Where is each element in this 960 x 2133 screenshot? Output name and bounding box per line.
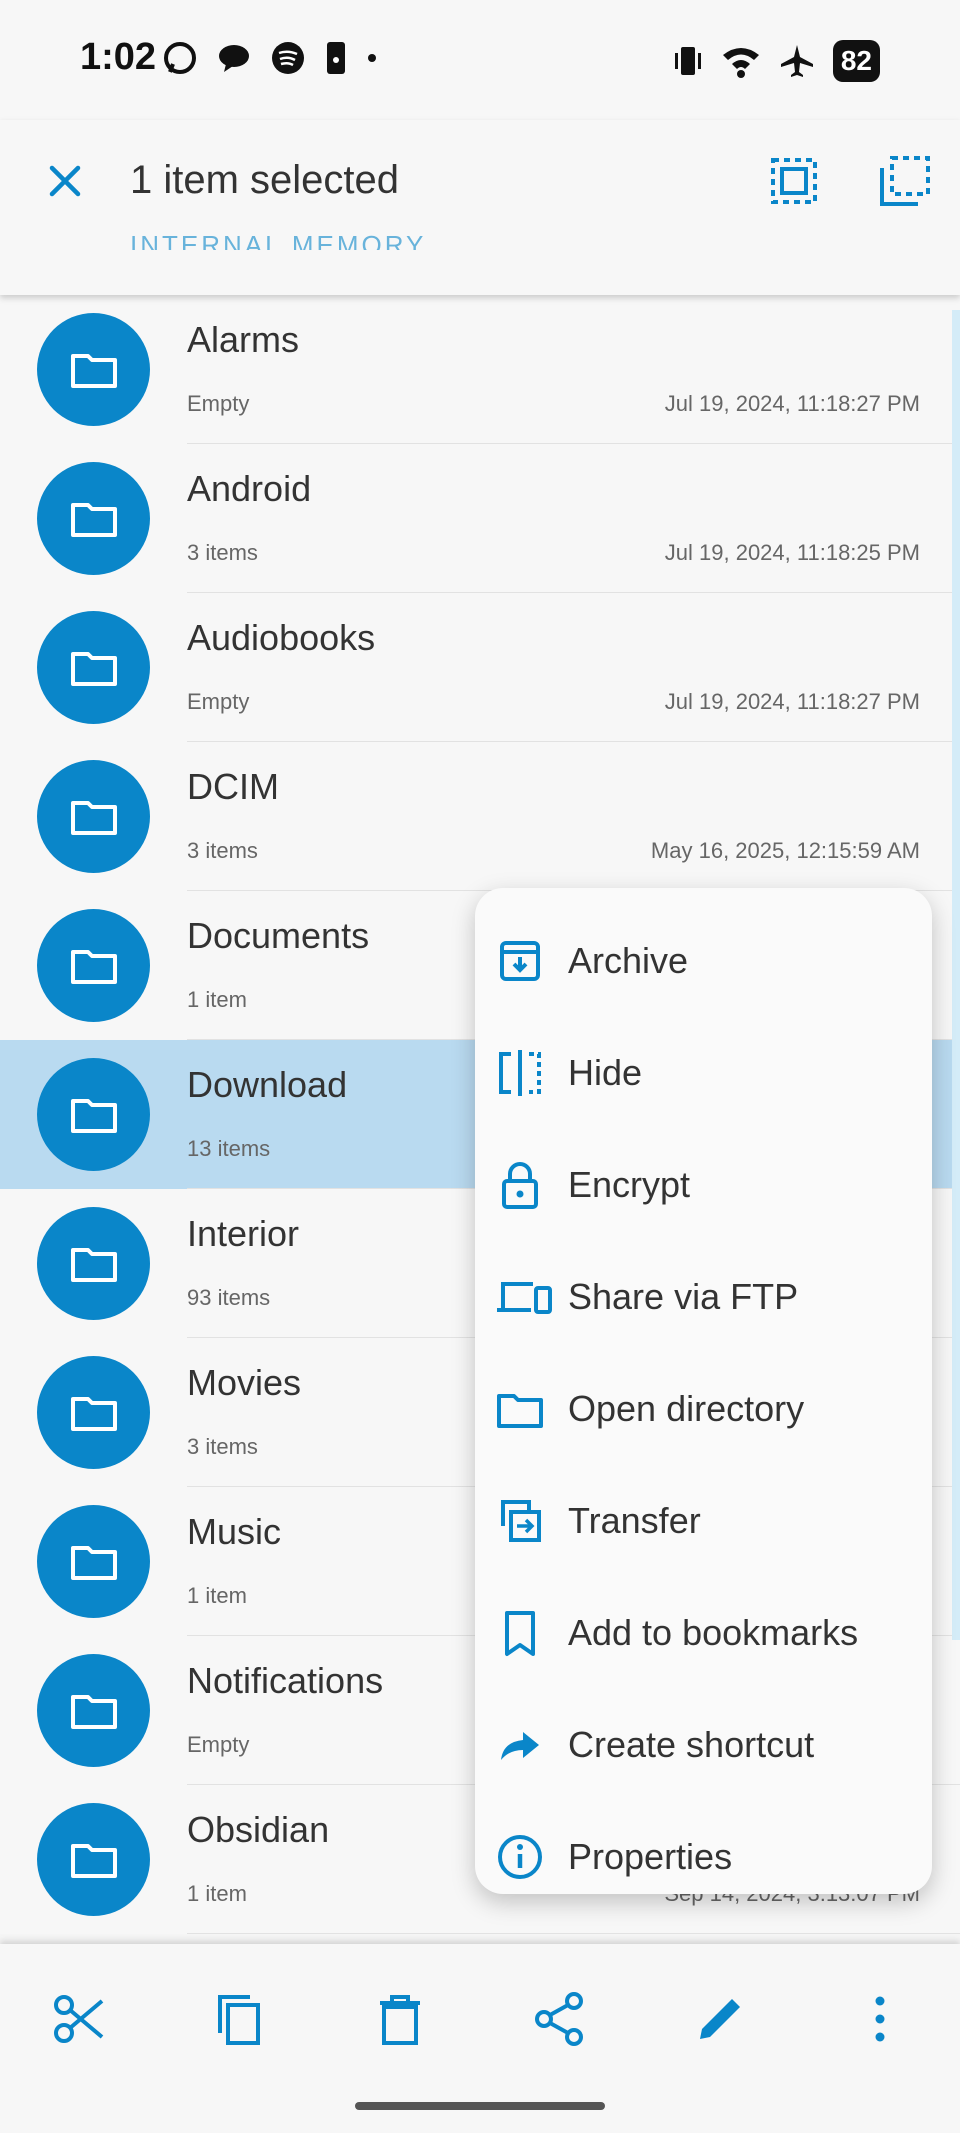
menu-item-archive[interactable]: Archive <box>475 905 932 1017</box>
bookmark-icon <box>505 1611 535 1656</box>
file-date: Jul 19, 2024, 11:18:27 PM <box>664 689 920 714</box>
share-icon[interactable] <box>530 1989 590 2049</box>
folder-icon[interactable] <box>37 462 150 575</box>
menu-item-share-ftp[interactable]: Share via FTP <box>475 1241 932 1353</box>
selection-title: 1 item selected <box>130 158 400 202</box>
file-name: Android <box>187 468 312 509</box>
status-time: 1:02 <box>80 36 157 78</box>
menu-item-label: Transfer <box>568 1500 701 1541</box>
file-name: DCIM <box>187 766 279 807</box>
menu-item-label: Encrypt <box>568 1164 691 1205</box>
folder-icon[interactable] <box>37 760 150 873</box>
close-icon[interactable] <box>40 156 90 206</box>
chat-icon <box>219 45 249 72</box>
menu-item-open-directory[interactable]: Open directory <box>475 1353 932 1465</box>
vibrate-icon <box>674 47 701 75</box>
file-item-count: Empty <box>187 391 250 416</box>
context-menu: Archive Hide Encrypt Share via FTP Open … <box>475 888 932 1894</box>
file-item-count: Empty <box>187 689 250 714</box>
file-row[interactable]: Android 3 items Jul 19, 2024, 11:18:25 PM <box>0 444 960 593</box>
file-date: Jul 19, 2024, 11:18:27 PM <box>664 391 920 416</box>
spotify-icon <box>272 42 304 74</box>
shortcut-arrow-icon <box>501 1732 539 1760</box>
menu-item-label: Open directory <box>568 1388 805 1429</box>
more-icon[interactable] <box>850 1989 910 2049</box>
select-all-icon[interactable] <box>767 154 821 208</box>
home-indicator[interactable] <box>355 2102 605 2110</box>
row-divider <box>187 1933 960 1934</box>
file-name: Movies <box>187 1362 302 1403</box>
file-name: Documents <box>187 915 370 956</box>
rename-icon[interactable] <box>690 1989 750 2049</box>
menu-item-transfer[interactable]: Transfer <box>475 1465 932 1577</box>
notification-icons <box>162 40 378 76</box>
wifi-icon <box>722 48 759 78</box>
file-item-count: 3 items <box>187 540 258 565</box>
menu-item-label: Add to bookmarks <box>568 1612 859 1653</box>
file-name: Notifications <box>187 1660 384 1701</box>
system-icons: 82 <box>673 40 880 82</box>
hide-icon <box>499 1050 541 1096</box>
menu-item-encrypt[interactable]: Encrypt <box>475 1129 932 1241</box>
file-name: Interior <box>187 1213 300 1254</box>
select-inverse-icon[interactable] <box>878 154 932 208</box>
file-date: Jul 19, 2024, 11:18:25 PM <box>664 540 920 565</box>
file-item-count: 1 item <box>187 1583 247 1608</box>
file-item-count: 3 items <box>187 838 258 863</box>
cut-icon[interactable] <box>50 1989 110 2049</box>
folder-outline-icon <box>497 1394 543 1428</box>
file-row[interactable]: Audiobooks Empty Jul 19, 2024, 11:18:27 PM <box>0 593 960 742</box>
file-item-count: 3 items <box>187 1434 258 1459</box>
file-item-count: 93 items <box>187 1285 271 1310</box>
selection-toolbar: 1 item selected INTERNAL MEMORY <box>0 120 960 295</box>
menu-item-label: Hide <box>568 1052 643 1093</box>
file-item-count: 1 item <box>187 987 247 1012</box>
file-name: Music <box>187 1511 282 1552</box>
file-name: Audiobooks <box>187 617 376 658</box>
archive-icon <box>500 941 540 981</box>
folder-icon[interactable] <box>37 313 150 426</box>
status-bar: 1:02 82 <box>0 0 960 120</box>
menu-item-label: Properties <box>568 1836 733 1877</box>
folder-icon[interactable] <box>37 611 150 724</box>
file-item-count: Empty <box>187 1732 250 1757</box>
menu-item-create-shortcut[interactable]: Create shortcut <box>475 1689 932 1801</box>
folder-icon[interactable] <box>37 1356 150 1469</box>
folder-icon[interactable] <box>37 1505 150 1618</box>
copy-icon[interactable] <box>210 1989 270 2049</box>
folder-icon[interactable] <box>37 1654 150 1767</box>
folder-icon[interactable] <box>37 1803 150 1916</box>
whatsapp-icon <box>164 42 196 74</box>
storage-label: INTERNAL MEMORY <box>130 230 427 250</box>
file-row[interactable]: DCIM 3 items May 16, 2025, 12:15:59 AM <box>0 742 960 891</box>
menu-item-properties[interactable]: Properties <box>475 1801 932 1913</box>
menu-item-label: Share via FTP <box>568 1276 799 1317</box>
info-icon <box>498 1835 542 1879</box>
delete-icon[interactable] <box>370 1989 430 2049</box>
file-name: Download <box>187 1064 348 1105</box>
file-name: Alarms <box>187 319 300 360</box>
folder-icon[interactable] <box>37 1207 150 1320</box>
lock-icon <box>502 1162 538 1209</box>
folder-icon[interactable] <box>37 909 150 1022</box>
file-item-count: 1 item <box>187 1881 247 1906</box>
transfer-icon <box>501 1500 541 1542</box>
device-icon <box>327 42 345 74</box>
dot-icon <box>368 54 376 62</box>
menu-item-label: Archive <box>568 940 689 981</box>
file-name: Obsidian <box>187 1809 330 1850</box>
battery-level: 82 <box>832 40 880 82</box>
file-date: May 16, 2025, 12:15:59 AM <box>650 838 920 863</box>
devices-icon <box>497 1282 552 1314</box>
menu-item-hide[interactable]: Hide <box>475 1017 932 1129</box>
folder-icon[interactable] <box>37 1058 150 1171</box>
scrollbar[interactable] <box>952 310 960 1640</box>
menu-item-bookmark[interactable]: Add to bookmarks <box>475 1577 932 1689</box>
airplane-icon <box>780 45 813 77</box>
file-row[interactable]: Alarms Empty Jul 19, 2024, 11:18:27 PM <box>0 295 960 444</box>
menu-item-label: Create shortcut <box>568 1724 815 1765</box>
file-item-count: 13 items <box>187 1136 271 1161</box>
